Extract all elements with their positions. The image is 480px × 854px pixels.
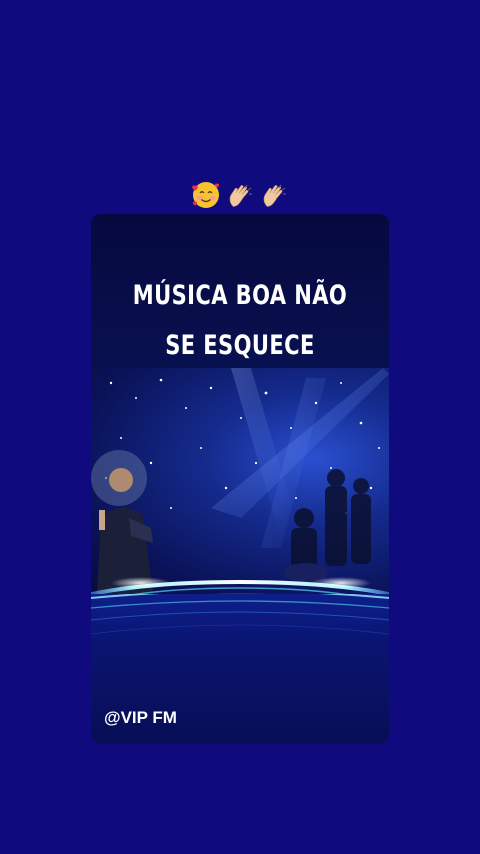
video-post-card[interactable]: MÚSICA BOA NÃO SE ESQUECE @VIP FM [91, 214, 389, 744]
emoji-sticker-row [0, 180, 480, 216]
title-line-2: SE ESQUECE [165, 330, 315, 361]
concert-video-frame[interactable] [91, 368, 389, 594]
clapping-hands-icon [259, 180, 289, 210]
concert-stage-illustration [91, 368, 389, 594]
smiling-face-with-hearts-icon [191, 180, 221, 210]
clapping-hands-icon [225, 180, 255, 210]
story-screen: MÚSICA BOA NÃO SE ESQUECE @VIP FM [0, 0, 480, 854]
title-line-1: MÚSICA BOA NÃO [132, 280, 348, 311]
singer-silhouette [91, 450, 153, 594]
account-handle[interactable]: @VIP FM [104, 708, 177, 728]
card-header: MÚSICA BOA NÃO SE ESQUECE [91, 214, 389, 368]
